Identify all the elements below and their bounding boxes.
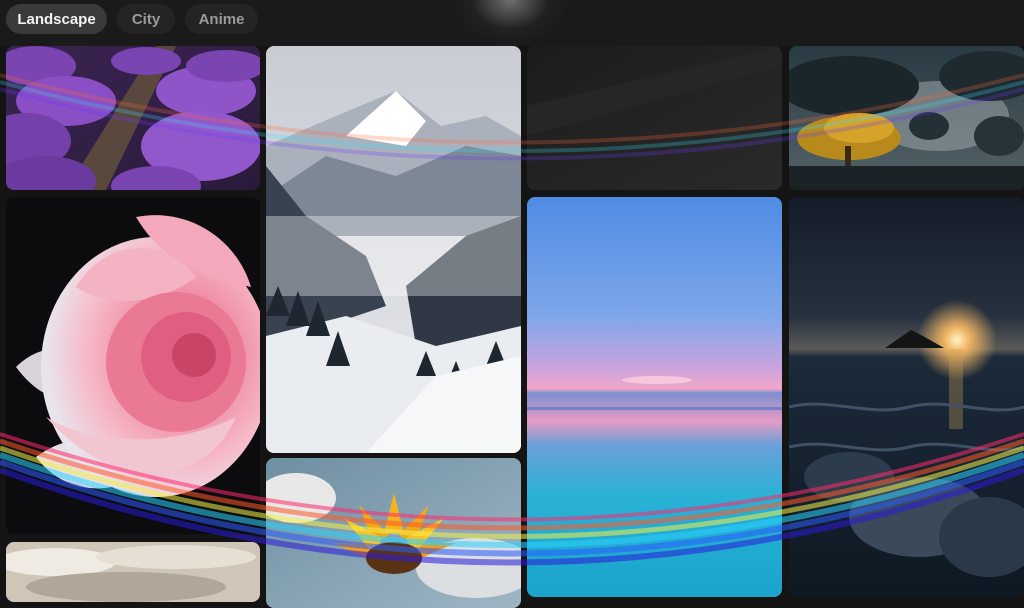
dark-landscape-image[interactable] [527,46,782,190]
misty-lake-tree-image[interactable] [789,46,1024,190]
top-bar: Landscape City Anime [0,0,1024,46]
pink-rose-image[interactable] [6,197,260,534]
cloudy-sky-image[interactable] [6,542,260,602]
pastel-sea-image[interactable] [527,197,782,597]
snowy-mountains-image[interactable] [266,46,521,453]
tab-city[interactable]: City [117,4,175,34]
spotlight-glow [450,0,570,46]
tab-anime[interactable]: Anime [185,4,258,34]
lavender-field-image[interactable] [6,46,260,190]
image-gallery [0,0,1024,608]
tab-landscape[interactable]: Landscape [6,4,107,34]
sunflower-image[interactable] [266,458,521,608]
night-ocean-image[interactable] [789,197,1024,597]
